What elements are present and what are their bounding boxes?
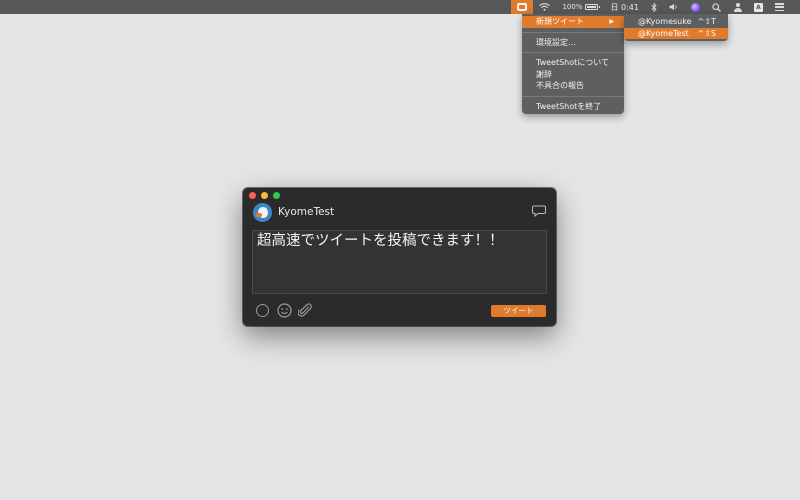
menu-item-report-bug[interactable]: 不具合の報告	[522, 80, 624, 92]
tweetshot-menu: 新規ツイート ▶ 環境設定... TweetShotについて 謝辞 不具合の報告…	[522, 14, 624, 114]
tweet-window: KyomeTest 超高速でツイートを投稿できます！！ ツイート	[243, 188, 556, 326]
submenu-arrow-icon: ▶	[609, 18, 614, 25]
account-label: @KyomeTest	[638, 28, 689, 38]
menu-item-preferences[interactable]: 環境設定...	[522, 37, 624, 49]
menu-item-label: 新規ツイート	[536, 17, 584, 26]
wifi-icon	[539, 3, 551, 11]
tweet-text-input[interactable]: 超高速でツイートを投稿できます！！	[252, 230, 547, 294]
submenu-item-kyomesuke[interactable]: @Kyomesuke ^⇧T	[624, 16, 728, 28]
search-icon	[712, 2, 721, 12]
menu-separator	[522, 31, 624, 33]
siri-status-item[interactable]	[685, 0, 706, 14]
user-status-item[interactable]	[727, 0, 748, 14]
user-icon	[733, 2, 742, 12]
battery-percent: 100%	[562, 3, 583, 11]
shortcut-label: ^⇧S	[697, 28, 716, 38]
speech-bubble-icon[interactable]	[532, 205, 546, 217]
shortcut-label: ^⇧T	[697, 17, 716, 26]
input-source-status-item[interactable]: A	[748, 0, 769, 14]
account-name: KyomeTest	[278, 206, 335, 218]
wifi-status-item[interactable]	[533, 0, 556, 14]
menu-bar: 100% 日 0:41 A	[0, 0, 800, 14]
submenu-item-kyometest[interactable]: @KyomeTest ^⇧S	[624, 27, 728, 39]
new-tweet-submenu: @Kyomesuke ^⇧T @KyomeTest ^⇧S	[624, 14, 728, 41]
volume-status-item[interactable]	[663, 0, 685, 14]
paperclip-icon[interactable]	[298, 303, 312, 318]
menu-separator	[522, 52, 624, 53]
menubar-clock: 日 0:41	[610, 2, 639, 12]
account-label: @Kyomesuke	[638, 17, 692, 26]
close-button[interactable]	[249, 192, 256, 199]
menu-item-label: 環境設定...	[536, 37, 576, 47]
menu-item-label: TweetShotを終了	[536, 101, 602, 111]
menu-item-quit[interactable]: TweetShotを終了	[522, 101, 624, 113]
bluetooth-icon	[651, 2, 657, 12]
menu-separator	[522, 95, 624, 97]
bluetooth-status-item[interactable]	[645, 0, 663, 14]
menu-item-label: 謝辞	[536, 69, 552, 79]
volume-icon	[669, 3, 677, 11]
tweetshot-status-item[interactable]	[511, 0, 534, 14]
input-source-icon: A	[754, 2, 763, 12]
character-count-circle-icon	[256, 304, 269, 317]
battery-icon	[585, 4, 601, 10]
zoom-button[interactable]	[273, 192, 280, 199]
menu-item-about[interactable]: TweetShotについて	[522, 57, 624, 69]
avatar	[253, 203, 272, 222]
menu-item-new-tweet[interactable]: 新規ツイート ▶	[522, 16, 624, 28]
siri-icon	[691, 2, 700, 12]
notification-list-icon	[775, 3, 784, 11]
clock-status-item[interactable]: 日 0:41	[604, 0, 645, 14]
menu-item-label: 不具合の報告	[536, 81, 584, 90]
menu-item-label: TweetShotについて	[536, 58, 610, 67]
emoji-icon[interactable]	[277, 303, 292, 318]
battery-status-item[interactable]: 100%	[556, 0, 604, 14]
window-controls	[249, 192, 280, 199]
notification-center-status-item[interactable]	[769, 0, 790, 14]
tweetshot-app-icon	[517, 3, 528, 11]
minimize-button[interactable]	[261, 192, 268, 199]
tweet-button[interactable]: ツイート	[491, 305, 546, 317]
menu-item-acknowledgements[interactable]: 謝辞	[522, 69, 624, 81]
spotlight-status-item[interactable]	[706, 0, 727, 14]
